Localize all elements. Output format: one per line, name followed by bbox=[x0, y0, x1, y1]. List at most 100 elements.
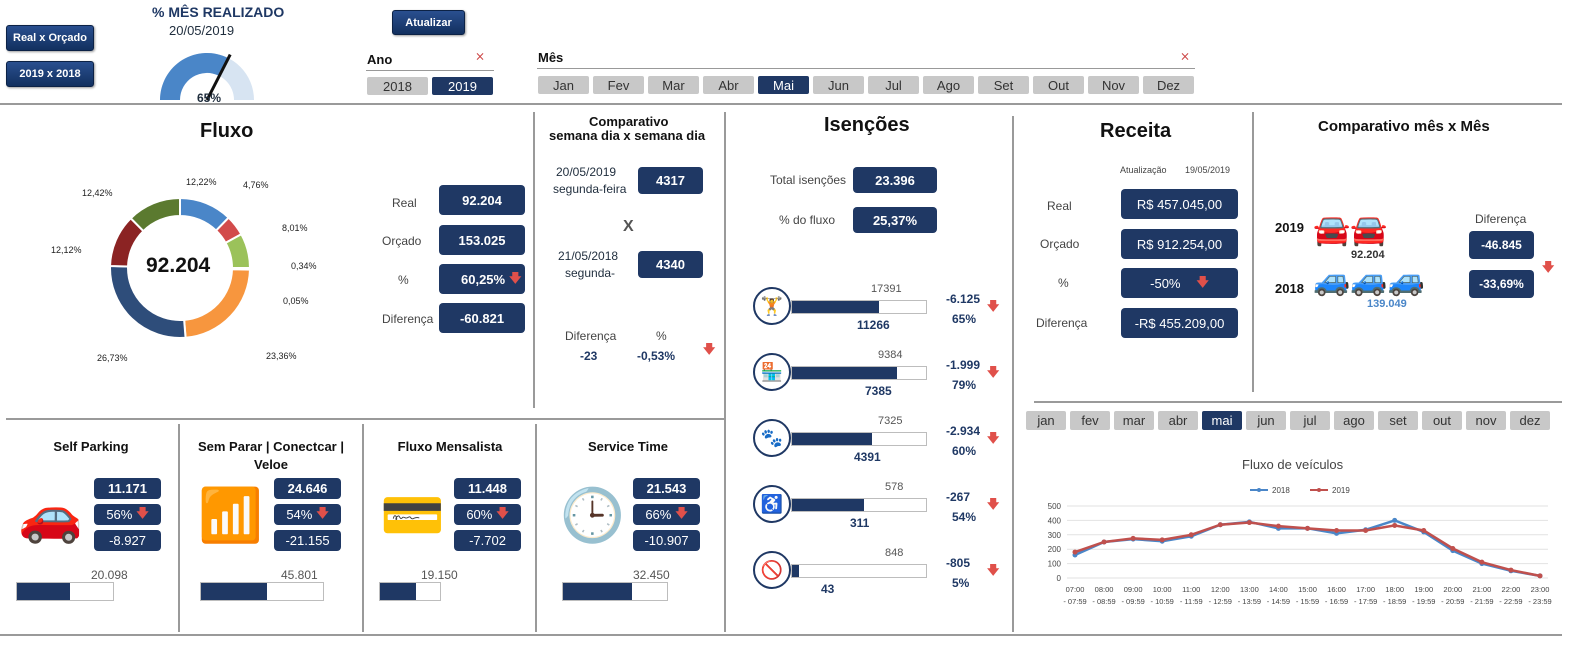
mini-title-2: Fluxo Mensalista bbox=[397, 439, 503, 454]
x-tick-label: 08:00 bbox=[1095, 585, 1114, 594]
mini-value-1: 24.646 bbox=[274, 478, 341, 499]
chart-month-jan[interactable]: jan bbox=[1026, 411, 1066, 430]
legend-label: 2018 bbox=[1272, 486, 1290, 495]
comp-dif-label: Diferença bbox=[565, 329, 617, 343]
data-point-2018 bbox=[1392, 517, 1398, 523]
receita-orcado-value: R$ 912.254,00 bbox=[1121, 229, 1238, 259]
mini-max-0: 20.098 bbox=[91, 568, 128, 582]
isencao-pct: 79% bbox=[952, 378, 977, 392]
fluxo-real-value: 92.204 bbox=[439, 185, 525, 215]
slicer-mes-mar[interactable]: Mar bbox=[648, 76, 699, 94]
slicer-mes-mai[interactable]: Mai bbox=[758, 76, 809, 94]
total-isencoes-value: 23.396 bbox=[853, 167, 937, 193]
x-tick-label: - 22:59 bbox=[1499, 597, 1522, 606]
isencao-value: 43 bbox=[821, 582, 835, 596]
real-orcado-button[interactable]: Real x Orçado bbox=[6, 25, 94, 51]
x-tick-label: 22:00 bbox=[1502, 585, 1521, 594]
isencoes-title: Isenções bbox=[824, 114, 910, 136]
receita-title: Receita bbox=[1100, 120, 1172, 142]
donut-label: 8,01% bbox=[282, 223, 308, 233]
donut-label: 0,34% bbox=[291, 261, 317, 271]
chart-month-fev[interactable]: fev bbox=[1070, 411, 1110, 430]
mini-pct-1: 54% 🡇 bbox=[274, 504, 341, 525]
chart-month-dez[interactable]: dez bbox=[1510, 411, 1550, 430]
isencao-max: 7325 bbox=[878, 415, 903, 427]
slicer-ano-2018[interactable]: 2018 bbox=[367, 77, 428, 95]
isencao-max: 9384 bbox=[878, 349, 903, 361]
slicer-mes-set[interactable]: Set bbox=[978, 76, 1029, 94]
fluxo-center-value: 92.204 bbox=[146, 254, 211, 277]
slicer-mes-nov[interactable]: Nov bbox=[1088, 76, 1139, 94]
donut-slice bbox=[183, 268, 252, 339]
chart-month-mar[interactable]: mar bbox=[1114, 411, 1154, 430]
arrow-down-icon: 🡇 bbox=[987, 365, 1000, 379]
mini-max-3: 32.450 bbox=[633, 568, 670, 582]
arrow-down-icon: 🡇 bbox=[509, 270, 522, 285]
isencao-max: 17391 bbox=[871, 283, 902, 295]
wheelchair-icon: ♿ bbox=[753, 485, 791, 523]
gauge-date: 20/05/2019 bbox=[169, 23, 235, 38]
isencao-bar-fill bbox=[792, 565, 799, 577]
isencao-value: 311 bbox=[850, 516, 870, 530]
slicer-mes-ago[interactable]: Ago bbox=[923, 76, 974, 94]
arrow-down-icon: 🡇 bbox=[136, 506, 149, 520]
x-tick-label: 13:00 bbox=[1240, 585, 1259, 594]
arrow-down-icon: 🡇 bbox=[987, 563, 1000, 577]
isencao-value: 7385 bbox=[865, 384, 892, 398]
chart-month-abr[interactable]: abr bbox=[1158, 411, 1198, 430]
comp-val2: 4340 bbox=[638, 251, 703, 278]
isencao-dif: -267 bbox=[946, 490, 971, 504]
receita-orcado-label: Orçado bbox=[1040, 237, 1080, 251]
chart-month-ago[interactable]: ago bbox=[1334, 411, 1374, 430]
isencao-max: 578 bbox=[885, 481, 904, 493]
slicer-mes-abr[interactable]: Abr bbox=[703, 76, 754, 94]
isencao-max: 848 bbox=[885, 547, 904, 559]
donut-label: 12,22% bbox=[186, 177, 217, 187]
donut-label: 4,76% bbox=[243, 180, 269, 190]
clear-filter-icon[interactable]: ⨯ bbox=[1180, 49, 1190, 63]
mes-label: Mês bbox=[538, 50, 564, 65]
chart-month-nov[interactable]: nov bbox=[1466, 411, 1506, 430]
chart-month-out[interactable]: out bbox=[1422, 411, 1462, 430]
clear-filter-icon[interactable]: ⨯ bbox=[475, 49, 485, 63]
x-tick-label: - 21:59 bbox=[1470, 597, 1493, 606]
atualizar-button[interactable]: Atualizar bbox=[392, 10, 465, 35]
receita-pct-label: % bbox=[1058, 276, 1069, 290]
receita-real-value: R$ 457.045,00 bbox=[1121, 189, 1238, 219]
fluxo-diferenca-value: -60.821 bbox=[439, 303, 525, 333]
mini-pct-text: 54% bbox=[286, 507, 313, 522]
comp-dif-value: -23 bbox=[580, 349, 598, 363]
fluxo-real-label: Real bbox=[392, 196, 417, 210]
receita-real-label: Real bbox=[1047, 199, 1072, 213]
data-point-2019 bbox=[1246, 520, 1252, 526]
x-tick-label: - 20:59 bbox=[1441, 597, 1464, 606]
slicer-mes-jan[interactable]: Jan bbox=[538, 76, 589, 94]
data-point-2019 bbox=[1101, 539, 1107, 545]
slicer-mes-dez[interactable]: Dez bbox=[1143, 76, 1194, 94]
isencao-value: 4391 bbox=[854, 450, 881, 464]
slicer-mes-out[interactable]: Out bbox=[1033, 76, 1084, 94]
total-isencoes-label: Total isenções bbox=[770, 173, 847, 187]
paw-icon: 🐾 bbox=[753, 419, 791, 457]
data-point-2019 bbox=[1421, 527, 1427, 533]
comp-day1: segunda-feira bbox=[553, 182, 627, 196]
chart-month-jul[interactable]: jul bbox=[1290, 411, 1330, 430]
fluxo-title: Fluxo bbox=[200, 120, 254, 142]
isencao-bar-fill bbox=[792, 433, 873, 445]
2019-2018-button[interactable]: 2019 x 2018 bbox=[6, 61, 94, 87]
no-money-icon: 🚫 bbox=[753, 551, 791, 589]
slicer-ano-2019[interactable]: 2019 bbox=[432, 77, 493, 95]
chart-month-mai[interactable]: mai bbox=[1202, 411, 1242, 430]
isencao-bar-fill bbox=[792, 301, 879, 313]
x-tick-label: - 10:59 bbox=[1151, 597, 1174, 606]
isencao-dif: -2.934 bbox=[946, 424, 981, 438]
isencao-dif: -1.999 bbox=[946, 358, 981, 372]
arrow-down-icon: 🡇 bbox=[987, 497, 1000, 511]
chart-month-jun[interactable]: jun bbox=[1246, 411, 1286, 430]
data-point-2019 bbox=[1217, 522, 1223, 528]
slicer-mes-jun[interactable]: Jun bbox=[813, 76, 864, 94]
x-tick-label: - 13:59 bbox=[1238, 597, 1261, 606]
chart-month-set[interactable]: set bbox=[1378, 411, 1418, 430]
slicer-mes-fev[interactable]: Fev bbox=[593, 76, 644, 94]
slicer-mes-jul[interactable]: Jul bbox=[868, 76, 919, 94]
